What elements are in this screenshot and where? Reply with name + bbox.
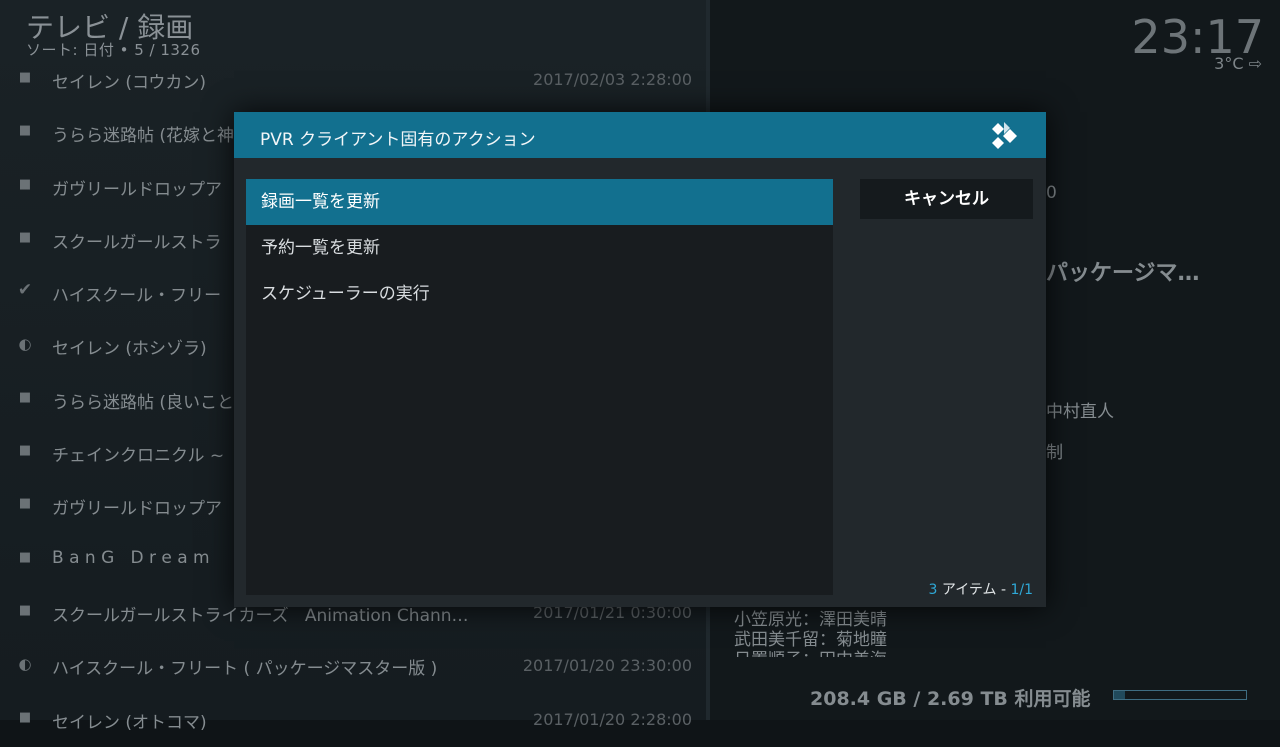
half-circle-icon: ◐: [18, 655, 32, 674]
weather-info: 3°C ⇨: [1214, 54, 1262, 73]
item-count-page: 1/1: [1010, 582, 1033, 598]
bullet-icon: ■: [18, 549, 32, 565]
bullet-icon: ■: [18, 229, 32, 245]
recording-date: 2017/01/20 2:28:00: [533, 709, 692, 729]
info-fragment: 0: [1046, 183, 1057, 203]
recording-title: チェインクロニクル ~: [52, 446, 225, 467]
bullet-icon: ■: [18, 443, 32, 459]
recording-title: ガヴリールドロップア: [52, 179, 222, 200]
recording-date: 2017/02/03 2:28:00: [533, 70, 692, 89]
recording-title: ハイスクール・フリート ( パッケージマスター版 ): [52, 659, 438, 680]
recording-title: セイレン (オトコマ): [52, 712, 207, 733]
item-count-text: アイテム -: [937, 582, 1011, 598]
recording-title: B a n G D r e a m: [52, 547, 210, 568]
check-icon: ✔: [17, 280, 33, 301]
info-credit: 中村直人: [1046, 402, 1114, 422]
bullet-icon: ■: [18, 602, 32, 618]
info-credit: 制: [1046, 443, 1063, 463]
cancel-button[interactable]: キャンセル: [860, 179, 1033, 219]
storage-bar: [1113, 690, 1247, 700]
recording-item[interactable]: ■ セイレン (コウカン) 2017/02/03 2:28:00: [0, 54, 706, 107]
bullet-icon: ■: [18, 176, 32, 192]
bullet-icon: ■: [18, 496, 32, 512]
action-list: 録画一覧を更新 予約一覧を更新 スケジューラーの実行: [246, 179, 833, 595]
dialog-header: PVR クライアント固有のアクション: [234, 112, 1046, 158]
action-refresh-recordings[interactable]: 録画一覧を更新: [246, 179, 833, 225]
recording-title: ハイスクール・フリー: [52, 286, 222, 307]
half-circle-icon: ◐: [18, 335, 32, 354]
recording-title: セイレン (コウカン): [52, 73, 206, 93]
bullet-icon: ■: [18, 123, 32, 139]
recording-date: 2017/01/20 23:30:00: [522, 656, 692, 676]
item-count: 3 アイテム - 1/1: [929, 579, 1033, 599]
recording-title: うらら迷路帖 (花嫁と神: [52, 126, 235, 147]
kodi-logo-icon: [992, 122, 1017, 149]
recording-title: うらら迷路帖 (良いこと: [52, 392, 235, 413]
cast-line: 日置順子：田中美海: [734, 645, 887, 657]
action-run-scheduler[interactable]: スケジューラーの実行: [246, 271, 833, 317]
recording-item[interactable]: ◐ ハイスクール・フリート ( パッケージマスター版 ) 2017/01/20 23…: [0, 640, 706, 693]
bullet-icon: ■: [18, 70, 32, 85]
info-title: パッケージマ…: [1046, 261, 1200, 286]
action-refresh-timers[interactable]: 予約一覧を更新: [246, 225, 833, 271]
recording-item[interactable]: ■ セイレン (オトコマ) 2017/01/20 2:28:00: [0, 694, 706, 747]
recording-title: ガヴリールドロップア: [52, 499, 222, 520]
pvr-action-dialog: PVR クライアント固有のアクション 録画一覧を更新 予約一覧を更新 スケジュー…: [234, 112, 1046, 607]
recording-title: スクールガールストラ: [52, 232, 222, 253]
bullet-icon: ■: [18, 709, 32, 725]
storage-info: 208.4 GB / 2.69 TB 利用可能: [810, 688, 1091, 710]
storage-bar-fill: [1114, 691, 1125, 699]
dialog-title: PVR クライアント固有のアクション: [260, 130, 536, 150]
recording-title: セイレン (ホシゾラ): [52, 339, 207, 360]
bullet-icon: ■: [18, 389, 32, 405]
